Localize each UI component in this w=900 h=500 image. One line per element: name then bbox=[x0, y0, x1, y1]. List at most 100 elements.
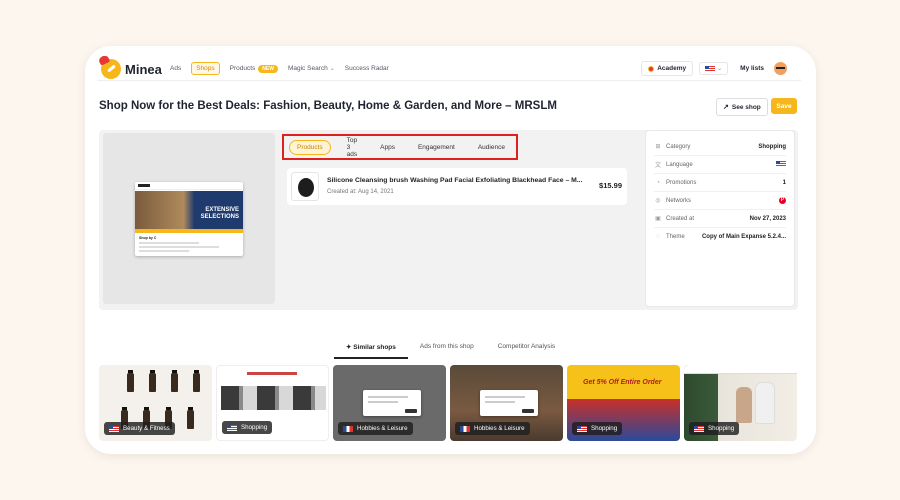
see-shop-label: See shop bbox=[731, 103, 761, 111]
shop-category-chip: Beauty & Fitness bbox=[104, 422, 175, 435]
similar-shop-card[interactable]: Hobbies & Leisure bbox=[450, 365, 563, 441]
info-row-category: ⊞ Category Shopping bbox=[654, 138, 786, 156]
fr-flag-icon bbox=[460, 425, 470, 432]
promotions-value: 1 bbox=[782, 179, 786, 186]
device-frame: Minea Ads Shops Products NEW Magic Searc… bbox=[85, 46, 816, 454]
tab-top-3-ads[interactable]: Top 3 ads bbox=[340, 134, 364, 161]
shop-screenshot[interactable]: EXTENSIVE SELECTIONS Shop by C bbox=[135, 182, 243, 256]
category-value: Shopping bbox=[758, 143, 786, 150]
external-link-icon: ↗ bbox=[723, 104, 729, 111]
created-value: Nov 27, 2023 bbox=[749, 215, 786, 222]
info-row-networks: ◎ Networks P bbox=[654, 192, 786, 210]
tab-audience[interactable]: Audience bbox=[471, 141, 512, 154]
info-row-theme: ◌ Theme Copy of Main Expanse 5.2.4... bbox=[654, 228, 786, 246]
shop-category: Hobbies & Leisure bbox=[474, 425, 525, 432]
networks-label: Networks bbox=[666, 197, 692, 204]
product-card[interactable]: Silicone Cleansing brush Washing Pad Fac… bbox=[287, 168, 627, 205]
similar-shop-card[interactable]: Shopping bbox=[216, 365, 329, 441]
shop-category-chip: Shopping bbox=[222, 421, 273, 434]
academy-label: Academy bbox=[657, 65, 687, 72]
theme-value: Copy of Main Expanse 5.2.4... bbox=[701, 234, 786, 240]
nav-products-label: Products bbox=[229, 65, 256, 72]
similar-shop-card[interactable]: Shopping bbox=[684, 365, 797, 441]
nav-shops[interactable]: Shops bbox=[191, 62, 220, 75]
theme-label: Theme bbox=[666, 234, 685, 240]
tab-similar-shops-label: Similar shops bbox=[353, 344, 396, 351]
calendar-icon: ▣ bbox=[655, 216, 661, 222]
shop-category-chip: Shopping bbox=[689, 422, 740, 435]
tab-apps[interactable]: Apps bbox=[373, 141, 402, 154]
language-label: Language bbox=[666, 161, 693, 168]
popup-modal bbox=[363, 390, 421, 416]
us-flag-icon bbox=[227, 424, 237, 431]
created-label: Created at bbox=[666, 215, 695, 222]
minea-logo[interactable]: Minea bbox=[97, 56, 162, 79]
info-row-language: 文 Language bbox=[654, 156, 786, 174]
nav-magic-search[interactable]: Magic Search ⌄ bbox=[288, 65, 335, 72]
similar-shop-card[interactable]: Get 5% Off Entire Order Shopping bbox=[567, 365, 680, 441]
tab-ads-from-shop[interactable]: Ads from this shop bbox=[408, 343, 486, 359]
user-avatar[interactable] bbox=[774, 62, 787, 75]
palette-icon: ◌ bbox=[656, 234, 660, 240]
tag-icon: ◔ bbox=[656, 179, 660, 186]
shop-content: Products Top 3 ads Apps Engagement Audie… bbox=[279, 133, 639, 304]
shop-category-chip: Hobbies & Leisure bbox=[455, 422, 530, 435]
shop-category: Beauty & Fitness bbox=[123, 425, 170, 432]
grid-icon: ⊞ bbox=[655, 144, 661, 150]
shop-category-chip: Hobbies & Leisure bbox=[338, 422, 413, 435]
similar-shop-card[interactable]: Hobbies & Leisure bbox=[333, 365, 446, 441]
product-created-date: Created at: Aug 14, 2021 bbox=[327, 189, 394, 195]
product-name: Silicone Cleansing brush Washing Pad Fac… bbox=[327, 177, 583, 184]
shop-category: Shopping bbox=[241, 424, 268, 431]
us-flag-icon bbox=[776, 160, 786, 167]
tab-competitor-analysis[interactable]: Competitor Analysis bbox=[486, 343, 567, 359]
popup-modal bbox=[480, 390, 538, 416]
networks-value: P bbox=[779, 197, 786, 204]
us-flag-icon bbox=[705, 65, 716, 72]
similar-shop-card[interactable]: Beauty & Fitness bbox=[99, 365, 212, 441]
us-flag-icon bbox=[109, 425, 119, 432]
pinterest-icon[interactable]: P bbox=[779, 197, 786, 204]
similar-shops-grid: Beauty & Fitness Shopping Hobbies & Leis… bbox=[99, 365, 801, 441]
tab-engagement[interactable]: Engagement bbox=[411, 141, 462, 154]
hero-line-2: SELECTIONS bbox=[200, 213, 239, 220]
main-nav: Ads Shops Products NEW Magic Search ⌄ Su… bbox=[170, 62, 399, 75]
save-button[interactable]: Save bbox=[771, 98, 797, 114]
product-image bbox=[291, 172, 319, 201]
preview-subheading: Shop by C bbox=[139, 236, 157, 240]
shop-category: Shopping bbox=[591, 425, 618, 432]
info-row-created: ▣ Created at Nov 27, 2023 bbox=[654, 210, 786, 228]
header-actions: Academy ⌄ My lists bbox=[641, 61, 787, 76]
nav-ads[interactable]: Ads bbox=[170, 65, 181, 72]
shop-category-chip: Shopping bbox=[572, 422, 623, 435]
globe-icon: ◎ bbox=[655, 198, 661, 204]
us-flag-icon bbox=[694, 425, 704, 432]
fr-flag-icon bbox=[343, 425, 353, 432]
nav-products[interactable]: Products NEW bbox=[229, 64, 278, 73]
language-selector[interactable]: ⌄ bbox=[699, 62, 729, 75]
shop-preview: EXTENSIVE SELECTIONS Shop by C bbox=[103, 133, 275, 304]
shop-info-card: ⊞ Category Shopping 文 Language ◔ Promoti… bbox=[645, 130, 795, 307]
my-lists-link[interactable]: My lists bbox=[740, 65, 764, 72]
brand-name: Minea bbox=[125, 61, 162, 77]
lower-tabs: ✦ Similar shops Ads from this shop Compe… bbox=[334, 343, 567, 359]
academy-button[interactable]: Academy bbox=[641, 61, 694, 76]
info-row-promotions: ◔ Promotions 1 bbox=[654, 174, 786, 192]
chevron-down-icon: ⌄ bbox=[329, 66, 335, 72]
academy-icon bbox=[648, 65, 655, 72]
new-badge: NEW bbox=[258, 64, 278, 73]
nav-success-radar[interactable]: Success Radar bbox=[345, 65, 389, 72]
shop-detail-panel: EXTENSIVE SELECTIONS Shop by C Products … bbox=[99, 130, 798, 310]
page-title: Shop Now for the Best Deals: Fashion, Be… bbox=[99, 100, 557, 112]
promo-banner-text: Get 5% Off Entire Order bbox=[583, 379, 662, 386]
tab-similar-shops[interactable]: ✦ Similar shops bbox=[334, 343, 408, 359]
product-price: $15.99 bbox=[599, 181, 622, 190]
shop-category: Hobbies & Leisure bbox=[357, 425, 408, 432]
language-value bbox=[776, 160, 786, 169]
shop-tabs-highlighted: Products Top 3 ads Apps Engagement Audie… bbox=[282, 134, 518, 160]
promotions-label: Promotions bbox=[666, 179, 697, 186]
chevron-down-icon: ⌄ bbox=[717, 66, 723, 72]
see-shop-button[interactable]: ↗ See shop bbox=[716, 98, 768, 116]
nav-magic-search-label: Magic Search bbox=[287, 65, 328, 72]
tab-products[interactable]: Products bbox=[289, 139, 331, 155]
